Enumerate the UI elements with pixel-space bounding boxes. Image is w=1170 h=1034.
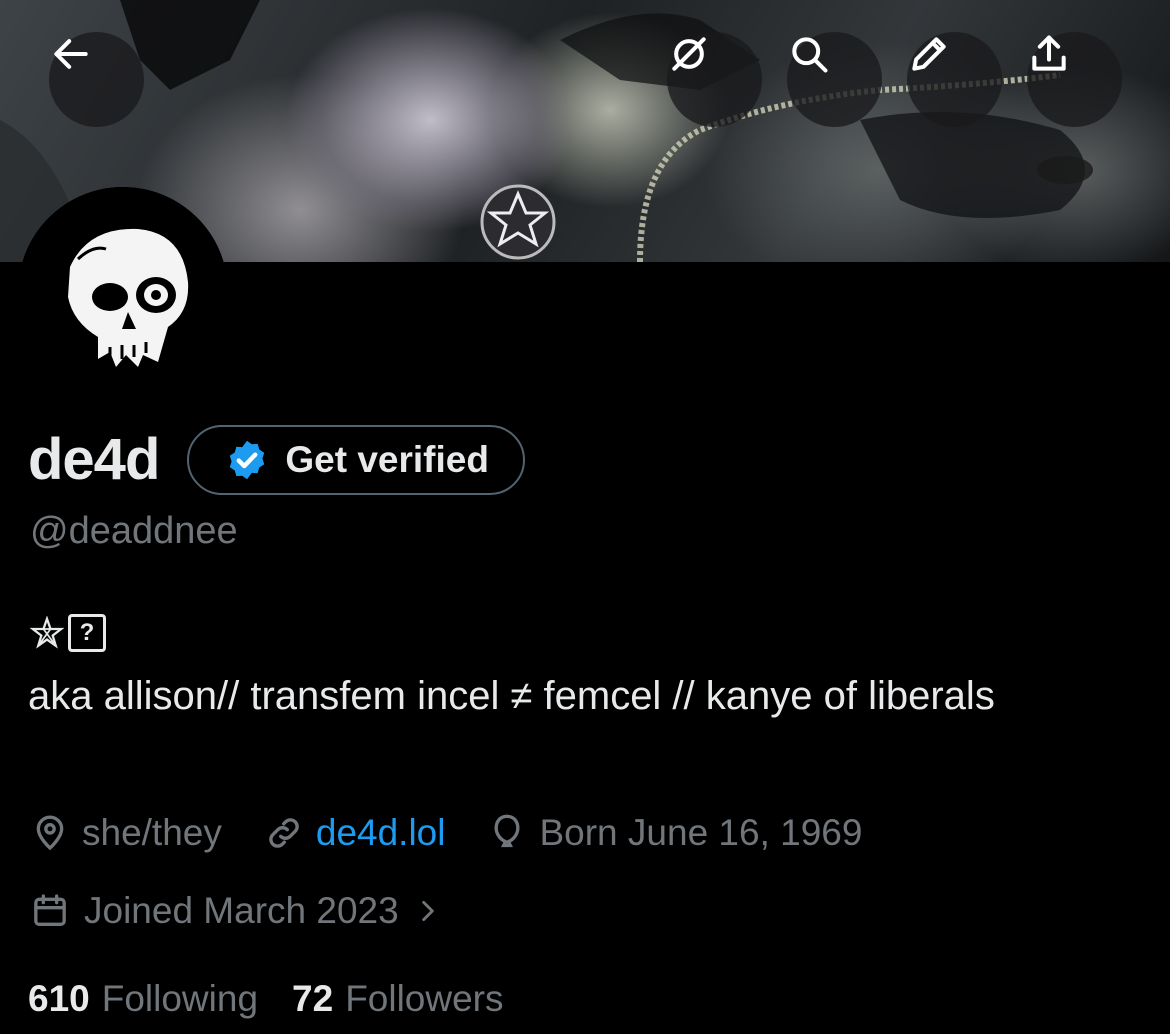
- location-pin-icon: [36, 815, 64, 851]
- joined-text: Joined March 2023: [84, 890, 399, 931]
- birthday-text: Born June 16, 1969: [539, 812, 863, 853]
- pronouns-item: she/they: [30, 812, 222, 854]
- share-button[interactable]: [1027, 32, 1122, 127]
- get-verified-button[interactable]: Get verified: [187, 425, 525, 495]
- search-icon: [792, 37, 828, 73]
- grok-icon: [672, 37, 706, 71]
- birthday-item: Born June 16, 1969: [487, 812, 862, 854]
- bio-text: aka allison// transfem incel ≠ femcel //…: [28, 674, 995, 718]
- name-row: de4d Get verified: [28, 424, 525, 496]
- handle: @deaddnee: [30, 510, 238, 552]
- following-count[interactable]: 610: [28, 978, 90, 1020]
- follow-stats-row: 610 Following 72 Followers: [28, 978, 538, 1020]
- pronouns-text: she/they: [82, 812, 222, 853]
- followers-count[interactable]: 72: [292, 978, 333, 1020]
- arrow-left-icon: [54, 39, 88, 69]
- website-item[interactable]: de4d.lol: [264, 812, 446, 854]
- bio-emoji-row: ?: [30, 614, 106, 652]
- profile-meta-row: she/they de4d.lol Born June 16, 1969: [30, 812, 904, 854]
- back-button[interactable]: [49, 32, 144, 127]
- search-button[interactable]: [787, 32, 882, 127]
- edit-button[interactable]: [907, 32, 1002, 127]
- link-icon: [269, 818, 299, 848]
- verified-badge-icon: [230, 440, 265, 480]
- calendar-icon: [34, 894, 66, 926]
- skull-avatar-image: [18, 187, 228, 397]
- chevron-right-icon: [421, 900, 434, 922]
- followers-label[interactable]: Followers: [345, 978, 503, 1020]
- share-upload-icon: [1032, 35, 1066, 71]
- balloon-icon: [494, 814, 520, 848]
- display-name: de4d: [28, 427, 160, 492]
- joined-row[interactable]: Joined March 2023: [30, 890, 441, 932]
- website-link[interactable]: de4d.lol: [316, 812, 446, 854]
- pentagram-icon: [30, 616, 64, 649]
- unknown-glyph-box: ?: [68, 614, 106, 652]
- grok-button[interactable]: [667, 32, 762, 127]
- following-label[interactable]: Following: [102, 978, 258, 1020]
- avatar[interactable]: [18, 187, 228, 397]
- edit-pencil-icon: [912, 37, 946, 71]
- get-verified-label: Get verified: [285, 439, 489, 480]
